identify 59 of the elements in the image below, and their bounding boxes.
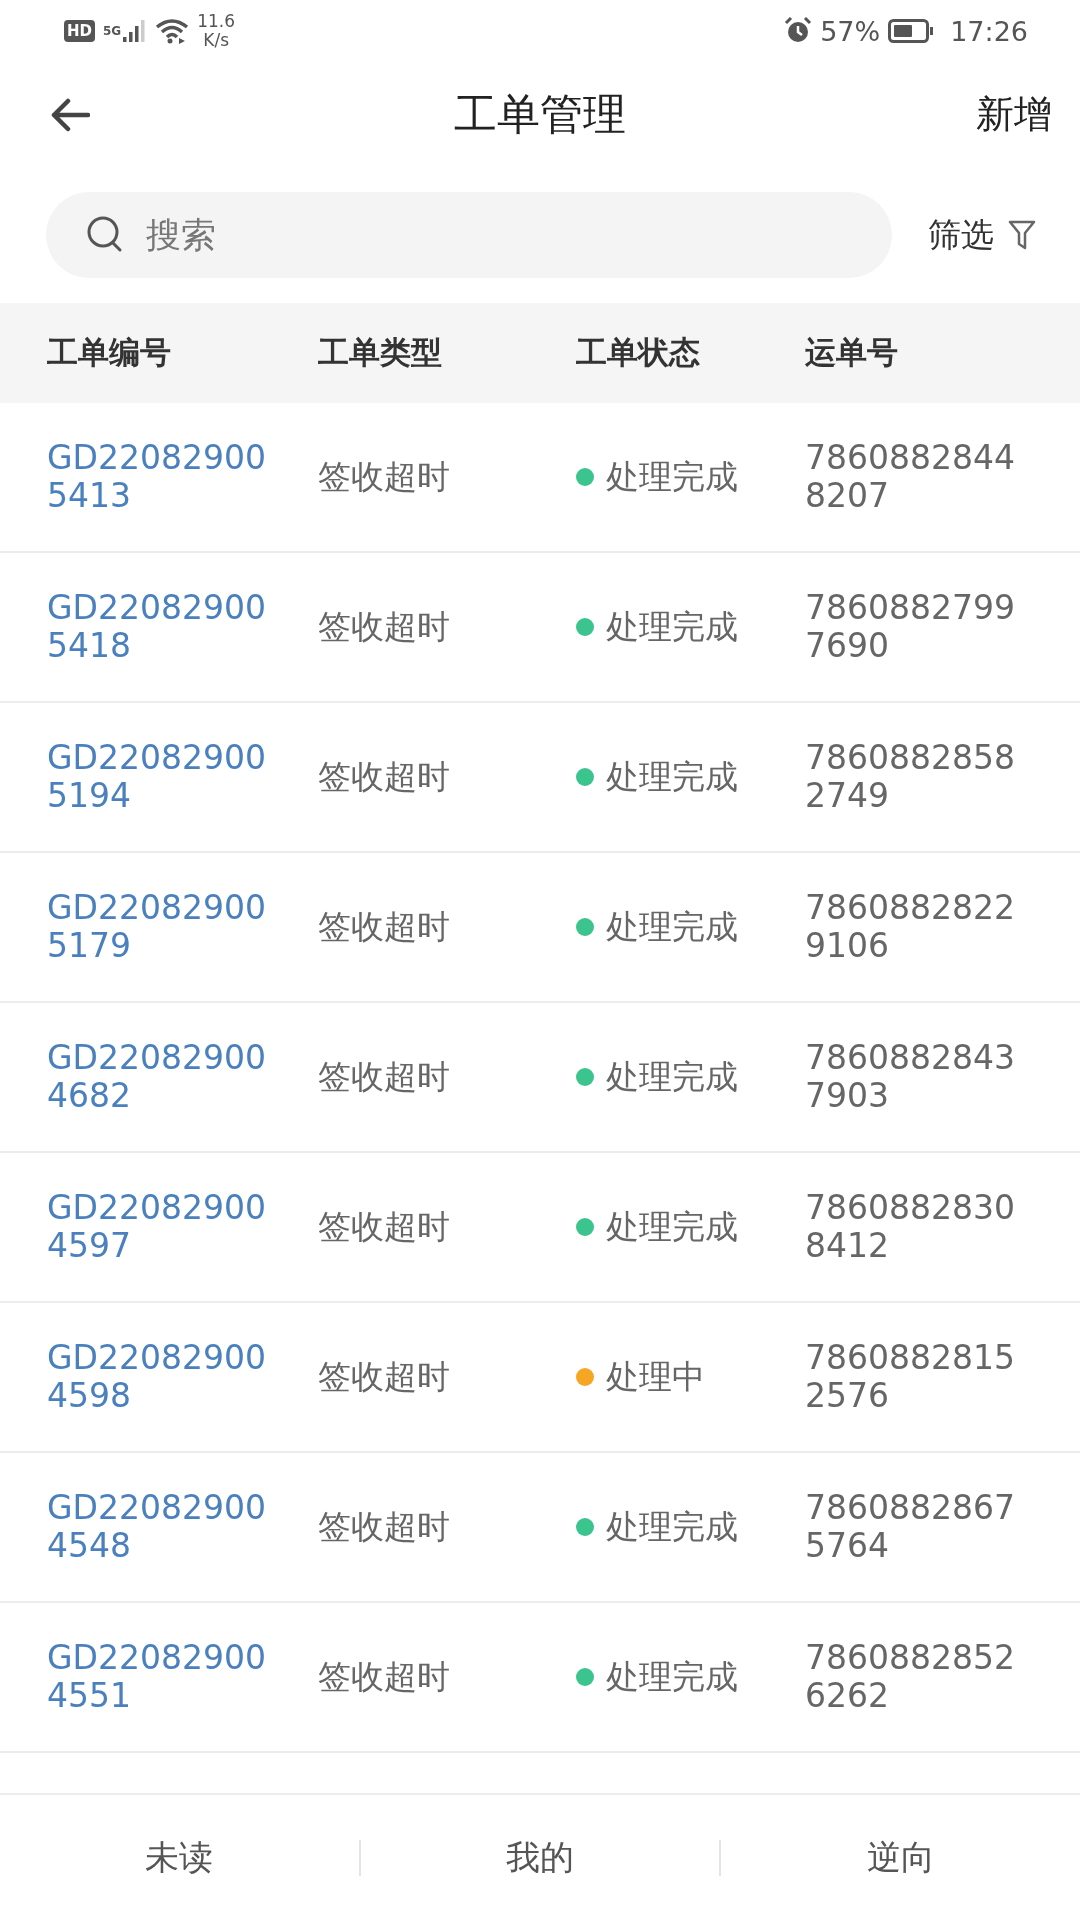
table-cell-text: 签收超时 [318, 1355, 451, 1398]
order-id-link[interactable]: GD22082900 5418 [0, 589, 318, 665]
table-cell-text: 签收超时 [318, 1655, 451, 1698]
network-label: 5G [103, 24, 122, 38]
table-cell-text: 7860882858 2749 [805, 739, 1016, 815]
status-text: 处理完成 [606, 755, 738, 798]
filter-icon [1008, 220, 1036, 250]
order-id-link[interactable]: GD22082900 5413 [0, 439, 318, 515]
order-id-link[interactable]: GD22082900 4548 [0, 1489, 318, 1565]
table-cell-text: 7860882852 6262 [805, 1639, 1016, 1715]
status-text: 处理完成 [606, 1655, 738, 1698]
table-cell-text: 7860882815 2576 [805, 1339, 1016, 1415]
status-text: 处理完成 [606, 1055, 738, 1098]
table-cell-text: 签收超时 [318, 1055, 451, 1098]
bottom-tab[interactable]: 未读 [0, 1822, 359, 1893]
clock-time: 17:26 [950, 15, 1028, 47]
column-header: 工单编号 [46, 333, 172, 372]
order-id-link[interactable]: GD22082900 4597 [0, 1189, 318, 1265]
column-header: 运单号 [805, 333, 899, 372]
bottom-tab[interactable]: 逆向 [721, 1822, 1080, 1893]
add-button[interactable]: 新增 [976, 89, 1052, 140]
column-header: 工单类型 [318, 333, 443, 372]
table-cell-text: 签收超时 [318, 1505, 451, 1548]
table-cell-text: 签收超时 [318, 755, 451, 798]
alarm-icon [784, 17, 813, 45]
status-text: 处理完成 [606, 905, 738, 948]
speed-value: 11.6 [197, 12, 236, 31]
status-text: 处理完成 [606, 605, 738, 648]
hd-badge: HD [64, 20, 95, 42]
table-cell-text: 7860882843 7903 [805, 1039, 1016, 1115]
speed-unit: K/s [203, 31, 229, 50]
wifi-icon [155, 18, 190, 44]
status-text: 处理完成 [606, 1505, 738, 1548]
table-cell-text: 签收超时 [318, 1205, 451, 1248]
table-cell-text: 7860882867 5764 [805, 1489, 1016, 1565]
back-arrow-icon[interactable] [50, 97, 90, 132]
status-text: 处理完成 [606, 455, 738, 498]
table-cell-text: 签收超时 [318, 605, 451, 648]
table-cell-text: 7860882830 8412 [805, 1189, 1016, 1265]
battery-icon [888, 19, 935, 43]
order-id-link[interactable]: GD22082900 4598 [0, 1339, 318, 1415]
order-id-link[interactable]: GD22082900 5194 [0, 739, 318, 815]
search-field[interactable]: 搜索 [46, 192, 892, 278]
bottom-tab[interactable]: 我的 [360, 1822, 720, 1893]
page-title: 工单管理 [454, 87, 626, 141]
order-id-link[interactable]: GD22082900 4551 [0, 1639, 318, 1715]
table-cell-text: 7860882822 9106 [805, 889, 1016, 965]
order-id-link[interactable]: GD22082900 5179 [0, 889, 318, 965]
table-cell-text: 签收超时 [318, 905, 451, 948]
table-cell-text: 签收超时 [318, 455, 451, 498]
order-id-link[interactable]: GD22082900 4682 [0, 1039, 318, 1115]
table-cell-text: 7860882844 8207 [805, 439, 1016, 515]
column-header: 工单状态 [576, 333, 701, 372]
status-text: 处理完成 [606, 1205, 738, 1248]
status-text: 处理中 [606, 1355, 705, 1398]
battery-percent: 57% [820, 15, 881, 47]
signal-icon [123, 20, 148, 42]
table-cell-text: 7860882799 7690 [805, 589, 1016, 665]
filter-button[interactable]: 筛选 [928, 212, 1036, 258]
